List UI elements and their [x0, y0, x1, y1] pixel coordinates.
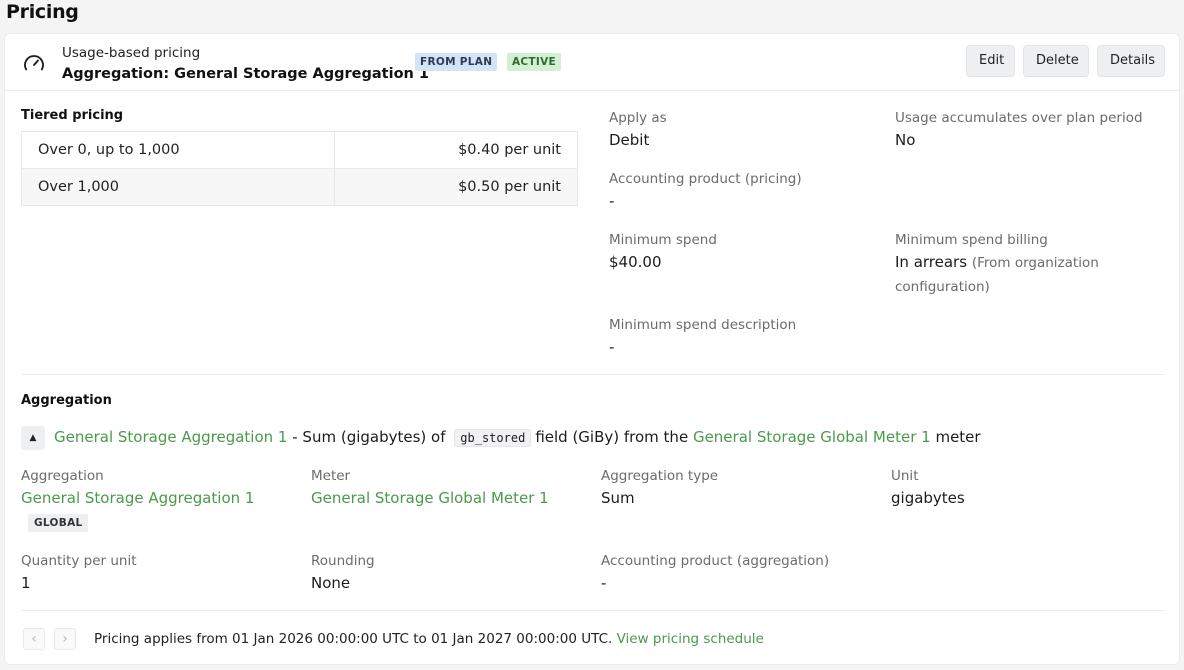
aggregation-label: Aggregation: [21, 468, 104, 484]
active-status-badge: ACTIVE: [507, 53, 561, 71]
apply-as-value: Debit: [609, 131, 650, 149]
header-title: Aggregation: General Storage Aggregation…: [62, 66, 429, 82]
minimum-spend-billing-label: Minimum spend billing: [895, 232, 1048, 248]
quantity-per-unit-label: Quantity per unit: [21, 553, 137, 569]
tier-range: Over 1,000: [21, 168, 335, 206]
pricing-card: Usage-based pricing Aggregation: General…: [4, 33, 1180, 665]
divider: [21, 610, 1165, 611]
billing-note-continued: configuration): [895, 279, 990, 295]
table-row: Over 1,000 $0.50 per unit: [21, 168, 579, 206]
summary-text: meter: [935, 428, 981, 446]
next-period-button[interactable]: ›: [54, 628, 76, 650]
aggregation-summary: General Storage Aggregation 1 - Sum (gig…: [54, 427, 981, 448]
meter-label: Meter: [311, 468, 351, 484]
tier-range: Over 0, up to 1,000: [21, 131, 335, 169]
summary-text: - Sum (gigabytes) of: [292, 428, 446, 446]
accounting-product-aggregation-label: Accounting product (aggregation): [601, 553, 830, 569]
view-pricing-schedule-link[interactable]: View pricing schedule: [617, 631, 764, 647]
rounding-value: None: [311, 574, 351, 592]
global-badge: GLOBAL: [28, 514, 89, 532]
period-text: Pricing applies from 01 Jan 2026 00:00:0…: [94, 631, 613, 647]
aggregation-type-label: Aggregation type: [601, 468, 719, 484]
from-plan-badge: FROM PLAN: [415, 53, 498, 71]
aggregation-section-title: Aggregation: [21, 393, 112, 408]
chevron-up-icon: ▲: [29, 433, 37, 443]
edit-button[interactable]: Edit: [966, 45, 1015, 77]
meter-value-link[interactable]: General Storage Global Meter 1: [311, 488, 549, 508]
gauge-icon: [24, 55, 44, 71]
usage-accumulates-value: No: [895, 131, 916, 149]
billing-value-text: In arrears: [895, 253, 968, 271]
accounting-product-pricing-label: Accounting product (pricing): [609, 171, 802, 187]
pricing-period-text: Pricing applies from 01 Jan 2026 00:00:0…: [94, 630, 764, 648]
header-subtitle: Usage-based pricing: [62, 45, 201, 61]
usage-accumulates-label: Usage accumulates over plan period: [895, 110, 1143, 126]
details-button[interactable]: Details: [1097, 45, 1165, 77]
collapse-toggle-button[interactable]: ▲: [21, 426, 45, 450]
accounting-product-pricing-value: -: [609, 192, 615, 210]
unit-label: Unit: [891, 468, 919, 484]
tiered-pricing-table: Over 0, up to 1,000 $0.40 per unit Over …: [21, 131, 579, 206]
field-code: gb_stored: [454, 429, 532, 447]
divider: [21, 374, 1165, 375]
aggregation-type-value: Sum: [601, 489, 635, 507]
summary-text: field (GiBy) from the: [535, 428, 689, 446]
delete-button[interactable]: Delete: [1023, 45, 1089, 77]
aggregation-link[interactable]: General Storage Aggregation 1: [54, 428, 287, 446]
quantity-per-unit-value: 1: [21, 574, 31, 592]
meter-link[interactable]: General Storage Global Meter 1: [693, 428, 931, 446]
accounting-product-aggregation-value: -: [601, 574, 607, 592]
tier-price: $0.50 per unit: [333, 168, 579, 206]
minimum-spend-value: $40.00: [609, 253, 662, 271]
unit-value: gigabytes: [891, 489, 965, 507]
previous-period-button[interactable]: ‹: [23, 628, 45, 650]
rounding-label: Rounding: [311, 553, 375, 569]
tiered-pricing-title: Tiered pricing: [21, 108, 124, 123]
table-row: Over 0, up to 1,000 $0.40 per unit: [21, 131, 579, 169]
minimum-spend-description-label: Minimum spend description: [609, 317, 797, 333]
card-header: Usage-based pricing Aggregation: General…: [5, 34, 1179, 91]
billing-note: (From organization: [971, 255, 1099, 271]
chevron-right-icon: ›: [62, 631, 68, 647]
page-title: Pricing: [6, 1, 79, 23]
aggregation-value-link[interactable]: General Storage Aggregation 1: [21, 488, 254, 508]
tier-price: $0.40 per unit: [333, 131, 579, 169]
minimum-spend-billing-value: In arrears (From organization: [895, 252, 1099, 273]
minimum-spend-label: Minimum spend: [609, 232, 717, 248]
chevron-left-icon: ‹: [31, 631, 37, 647]
apply-as-label: Apply as: [609, 110, 667, 126]
minimum-spend-description-value: -: [609, 338, 615, 356]
